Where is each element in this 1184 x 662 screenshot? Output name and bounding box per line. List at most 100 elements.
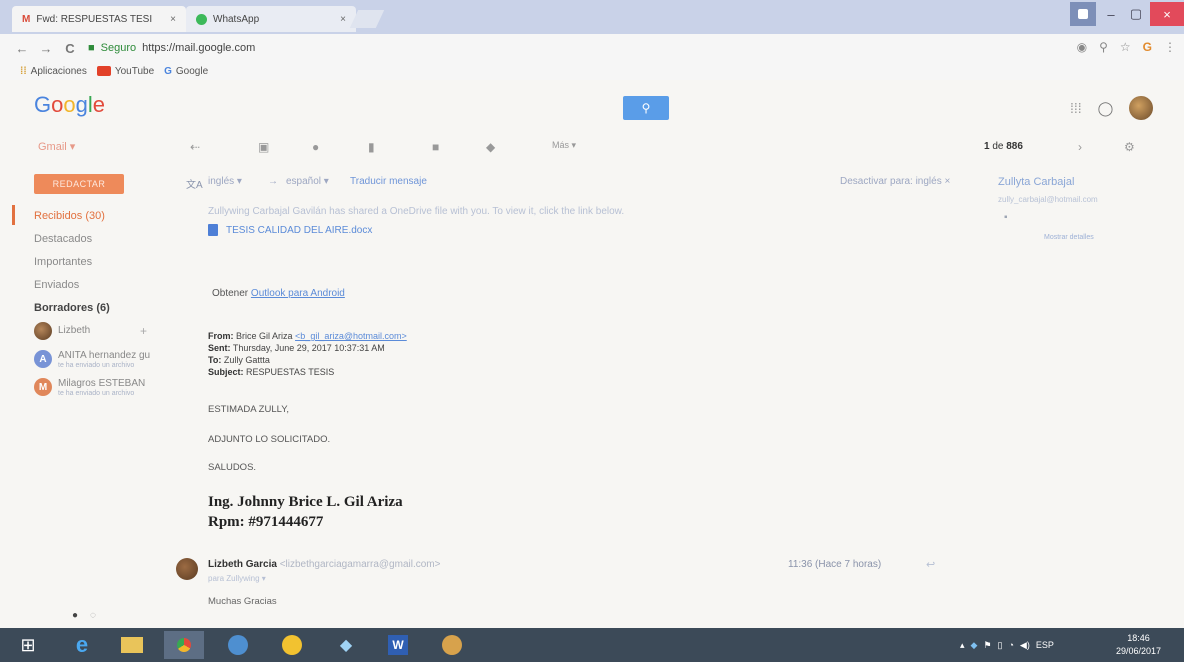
reply-sender-email: <lizbethgarciagamarra@gmail.com> [279, 559, 441, 570]
tab-label: WhatsApp [213, 13, 260, 25]
sidebar-item-sent[interactable]: Enviados [0, 273, 170, 296]
add-contact-icon[interactable]: + [140, 324, 147, 338]
zoom-icon[interactable]: ⚲ [1099, 40, 1108, 54]
search-button[interactable]: ⚲ [623, 96, 669, 120]
paint-icon[interactable] [432, 631, 472, 659]
bookmark-apps[interactable]: ⁞⁞ Aplicaciones [20, 66, 87, 77]
source-language-dropdown[interactable]: inglés ▾ [208, 176, 242, 187]
apps-grid-icon: ⁞⁞ [20, 65, 27, 77]
sidebar-item-inbox[interactable]: Recibidos (30) [0, 204, 170, 227]
file-explorer-icon[interactable] [112, 631, 152, 659]
autocad-icon[interactable] [272, 631, 312, 659]
contact-milagros[interactable]: M Milagros ESTEBAN te ha enviado un arch… [34, 378, 145, 398]
eye-icon[interactable]: ◉ [1077, 40, 1087, 54]
tab-close-icon[interactable]: × [340, 14, 346, 25]
reply-sender[interactable]: Lizbeth Garcia <lizbethgarciagamarra@gma… [208, 559, 440, 570]
browser-toolbar: ← → C ■ Seguro https://mail.google.com ◉… [0, 34, 1184, 62]
sidebar-item-starred[interactable]: Destacados [0, 227, 170, 250]
windows-start-icon[interactable]: ⊞ [8, 631, 48, 659]
show-details-link[interactable]: Mostrar detalles [1044, 234, 1094, 241]
google-icon: G [164, 65, 172, 77]
minimize-button[interactable]: – [1098, 2, 1124, 26]
back-to-inbox-icon[interactable]: ⇠ [190, 140, 200, 154]
sidebar-item-drafts[interactable]: Borradores (6) [0, 296, 170, 319]
more-dropdown[interactable]: Más ▾ [552, 140, 576, 151]
reply-body: Muchas Gracias [208, 596, 277, 607]
tab-gmail[interactable]: M Fwd: RESPUESTAS TESI × [12, 6, 186, 32]
contact-anita[interactable]: A ANITA hernandez gu te ha enviado un ar… [34, 350, 150, 370]
account-avatar[interactable] [1129, 96, 1154, 120]
reload-icon[interactable]: C [58, 41, 82, 56]
subject-value: RESPUESTAS TESIS [246, 367, 335, 377]
contact-card-icon[interactable]: ▪ [1004, 212, 1008, 223]
mail-dropdown[interactable]: Gmail ▾ [38, 140, 75, 153]
notifications-icon[interactable]: ◯ [1098, 100, 1114, 117]
address-bar[interactable]: ■ Seguro https://mail.google.com [88, 38, 1058, 58]
close-window-button[interactable]: × [1150, 2, 1184, 26]
tab-strip: M Fwd: RESPUESTAS TESI × WhatsApp × – ▢ … [0, 0, 1184, 34]
pager-of: de [992, 141, 1004, 152]
label-icon[interactable]: ◆ [486, 140, 495, 154]
outlook-link[interactable]: Outlook para Android [251, 288, 345, 299]
sidebar-item-label: Borradores (6) [34, 301, 110, 314]
search-icon: ⚲ [641, 101, 651, 115]
taskbar: ⊞ e ◆ W ▴ ◆ ⚑ ▯ ◔ ◀) ESP 18:46 29/06/201… [0, 628, 1184, 662]
person-icon[interactable]: ● [72, 610, 78, 621]
google-logo[interactable]: Google [34, 92, 105, 118]
translate-message-link[interactable]: Traducir mensaje [350, 176, 427, 187]
back-arrow-icon[interactable]: ← [10, 41, 34, 56]
disable-translation-link[interactable]: Desactivar para: inglés × [840, 176, 950, 187]
translate-arrow: → [268, 176, 278, 187]
move-to-folder-icon[interactable]: ■ [432, 140, 439, 154]
outlook-prefix: Obtener [212, 288, 249, 299]
media-player-icon[interactable] [218, 631, 258, 659]
bookmark-google[interactable]: G Google [164, 66, 208, 77]
phone-icon[interactable]: ◌ [90, 610, 96, 621]
flag-icon[interactable]: ⚑ [983, 640, 991, 651]
internet-explorer-icon[interactable]: e [62, 631, 102, 659]
bookmark-youtube[interactable]: YouTube [96, 66, 154, 77]
delete-icon[interactable]: ▮ [368, 140, 375, 154]
sender-name[interactable]: Zullyta Carbajal [998, 176, 1074, 188]
extension-icon[interactable]: G [1143, 40, 1152, 54]
compose-button[interactable]: REDACTAR [34, 174, 124, 194]
language-indicator[interactable]: ESP [1036, 640, 1054, 650]
volume-icon[interactable]: ◀) [1020, 640, 1030, 651]
sent-value: Thursday, June 29, 2017 10:37:31 AM [232, 343, 385, 353]
menu-dots-icon[interactable]: ⋮ [1164, 40, 1176, 54]
contact-status: te ha enviado un archivo [58, 390, 135, 397]
subject-label: Subject: [208, 367, 244, 377]
network-icon[interactable]: ◆ [971, 640, 978, 651]
user-profile-icon[interactable] [1070, 2, 1096, 26]
word-icon[interactable]: W [378, 631, 418, 659]
report-spam-icon[interactable]: ● [312, 140, 319, 154]
gear-icon[interactable]: ⚙ [1124, 140, 1135, 154]
forward-arrow-icon[interactable]: → [34, 41, 58, 56]
archive-icon[interactable]: ▣ [258, 140, 269, 154]
from-email[interactable]: <b_gil_ariza@hotmail.com> [295, 331, 407, 341]
chrome-icon[interactable] [164, 631, 204, 659]
tab-whatsapp[interactable]: WhatsApp × [186, 6, 356, 32]
message-toolbar: Gmail ▾ ⇠ ▣ ● ▮ ■ ◆ Más ▾ 1 de 886 › ⚙ [0, 138, 1184, 158]
battery-icon[interactable]: ▯ [998, 640, 1003, 651]
target-language-dropdown[interactable]: español ▾ [286, 176, 329, 187]
chevron-right-icon[interactable]: › [1078, 140, 1082, 154]
reply-timestamp: 11:36 (Hace 7 horas) [788, 559, 882, 570]
app-icon[interactable]: ◆ [326, 631, 366, 659]
chevron-up-icon[interactable]: ▴ [960, 640, 965, 651]
contact-name: Lizbeth [58, 325, 91, 336]
contact-lizbeth[interactable]: Lizbeth [34, 322, 90, 340]
sidebar-item-important[interactable]: Importantes [0, 250, 170, 273]
maximize-button[interactable]: ▢ [1124, 2, 1148, 26]
forwarded-headers: From: Brice Gil Ariza <b_gil_ariza@hotma… [208, 330, 407, 378]
reply-arrow-icon[interactable]: ↩ [926, 558, 935, 571]
translate-icon: 文A [186, 180, 203, 191]
clock[interactable]: 18:46 29/06/2017 [1116, 632, 1161, 658]
tab-close-icon[interactable]: × [170, 14, 176, 25]
shared-doc-link[interactable]: TESIS CALIDAD DEL AIRE.docx [208, 224, 372, 236]
pagination: 1 de 886 [984, 141, 1023, 152]
star-icon[interactable]: ☆ [1120, 40, 1131, 54]
apps-grid-icon[interactable]: ⁞⁞⁞ [1070, 100, 1082, 116]
wifi-icon[interactable]: ◔ [1008, 640, 1013, 650]
reply-recipients[interactable]: para Zullywing ▾ [208, 574, 266, 583]
